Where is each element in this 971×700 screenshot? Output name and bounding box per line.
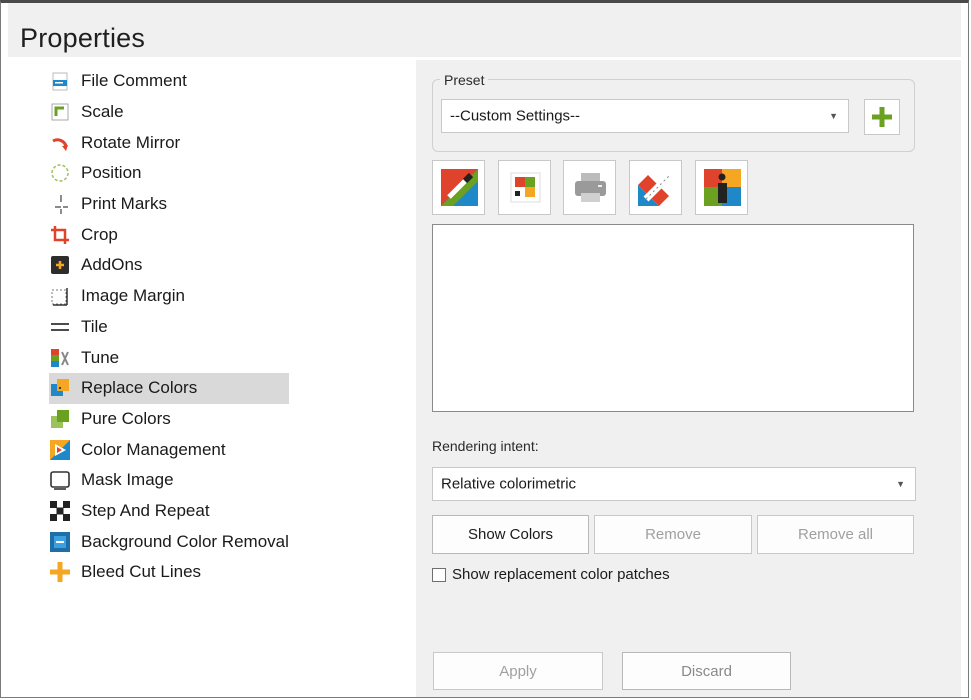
replace-colors-icon (49, 377, 71, 399)
tree-item-scale[interactable]: Scale (49, 97, 289, 128)
color-picker-icon (441, 169, 478, 206)
tree-item-file-comment[interactable]: File Comment (49, 66, 289, 97)
step-and-repeat-icon (49, 500, 71, 522)
image-margin-icon (49, 285, 71, 307)
replace-colors-list[interactable] (432, 224, 914, 412)
rendering-intent-dropdown[interactable]: Relative colorimetric ▼ (432, 467, 916, 501)
tree-item-pure-colors[interactable]: Pure Colors (49, 404, 289, 435)
tree-item-image-margin[interactable]: Image Margin (49, 281, 289, 312)
addons-icon (49, 254, 71, 276)
tree-item-replace-colors[interactable]: Replace Colors (49, 372, 289, 404)
show-replacement-patches-checkbox[interactable]: Show replacement color patches (432, 566, 670, 583)
tree-item-tune[interactable]: Tune (49, 342, 289, 373)
tree-item-background-color-removal[interactable]: Background Color Removal (49, 526, 289, 557)
tile-icon (49, 316, 71, 338)
info-button[interactable] (695, 160, 748, 215)
discard-button[interactable]: Discard (622, 652, 791, 690)
title-bar: Properties (8, 3, 961, 57)
tree-item-color-management[interactable]: Color Management (49, 434, 289, 465)
add-preset-button[interactable] (864, 99, 900, 135)
properties-tree: File Comment Scale Rotate Mirror Positio… (49, 66, 289, 588)
color-management-icon (49, 439, 71, 461)
bleed-cut-lines-icon (49, 561, 71, 583)
properties-window: Properties File Comment Scale Rotate Mir… (0, 0, 969, 698)
remove-button[interactable]: Remove (594, 515, 752, 554)
chevron-down-icon: ▼ (896, 479, 905, 489)
rotate-mirror-icon (49, 132, 71, 154)
crop-icon (49, 224, 71, 246)
tree-item-crop[interactable]: Crop (49, 219, 289, 250)
background-color-removal-icon (49, 531, 71, 553)
printer-icon (575, 173, 606, 202)
preset-legend: Preset (440, 72, 489, 88)
scale-icon (49, 101, 71, 123)
tree-item-tile[interactable]: Tile (49, 312, 289, 343)
tune-icon (49, 347, 71, 369)
position-icon (49, 162, 71, 184)
tree-item-step-and-repeat[interactable]: Step And Repeat (49, 496, 289, 527)
window-title: Properties (20, 23, 146, 53)
measure-icon (638, 169, 675, 206)
checkbox-box[interactable] (432, 567, 446, 582)
pure-colors-icon (49, 408, 71, 430)
tree-item-mask-image[interactable]: Mask Image (49, 465, 289, 496)
color-picker-button[interactable] (432, 160, 485, 215)
plus-icon (872, 107, 892, 127)
color-patch-button[interactable] (498, 160, 551, 215)
settings-pane: Preset --Custom Settings-- ▼ Rendering i… (416, 60, 961, 697)
apply-button[interactable]: Apply (433, 652, 603, 690)
preset-dropdown[interactable]: --Custom Settings-- ▼ (441, 99, 849, 133)
mask-image-icon (49, 469, 71, 491)
info-icon (704, 169, 741, 206)
tree-item-bleed-cut-lines[interactable]: Bleed Cut Lines (49, 557, 289, 588)
remove-all-button[interactable]: Remove all (757, 515, 914, 554)
show-colors-button[interactable]: Show Colors (432, 515, 589, 554)
properties-tree-pane: File Comment Scale Rotate Mirror Positio… (8, 60, 415, 697)
measure-button[interactable] (629, 160, 682, 215)
file-comment-icon (49, 70, 71, 92)
printer-button[interactable] (563, 160, 616, 215)
rendering-intent-label: Rendering intent: (432, 438, 539, 454)
print-marks-icon (49, 193, 71, 215)
color-patch-icon (510, 172, 541, 203)
tree-item-position[interactable]: Position (49, 158, 289, 189)
tree-item-rotate-mirror[interactable]: Rotate Mirror (49, 127, 289, 158)
tree-item-addons[interactable]: AddOns (49, 250, 289, 281)
chevron-down-icon: ▼ (829, 111, 838, 121)
tree-item-print-marks[interactable]: Print Marks (49, 189, 289, 220)
